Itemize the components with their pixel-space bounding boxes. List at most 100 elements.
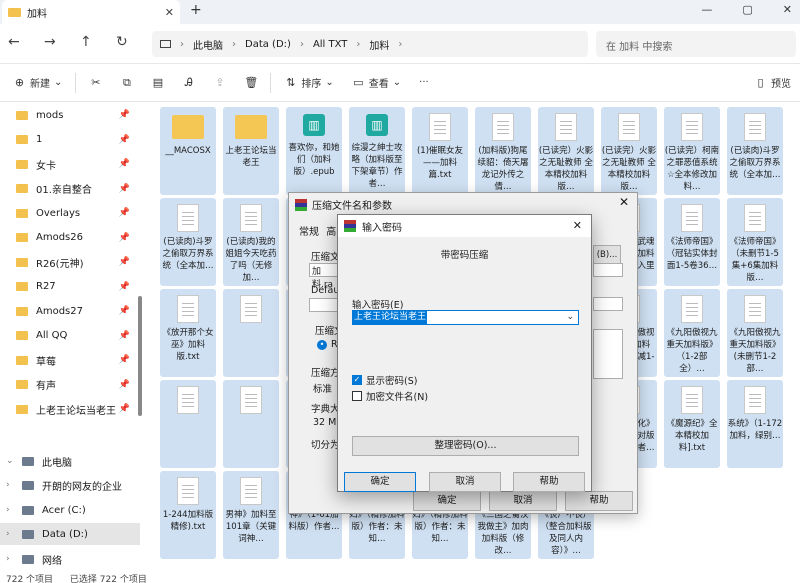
forward-arrow-icon[interactable]: → [44, 34, 56, 50]
file-item[interactable]: 《法师帝国》（未删节1-5集+6集加料版… [727, 198, 783, 286]
pin-icon[interactable]: 📌 [119, 404, 130, 414]
password-cancel-button[interactable]: 取消 [429, 472, 501, 492]
sidebar-item[interactable]: Amods27 📌 [0, 300, 140, 322]
tab-jialiao[interactable]: 加料 ✕ [2, 0, 180, 24]
breadcrumb-this-pc[interactable]: 此电脑 [193, 37, 223, 52]
file-item[interactable]: 《法师帝国》（冠钻实体封面1-5卷36… [664, 198, 720, 286]
pin-icon[interactable]: 📌 [119, 380, 130, 390]
sidebar-item[interactable]: 有声 📌 [0, 374, 140, 396]
sidebar-item[interactable]: R27 📌 [0, 276, 140, 298]
file-item[interactable] [223, 380, 279, 468]
file-item[interactable]: ▥ 喜欢你，和她们（加料版）.epub [286, 107, 342, 195]
folder-item[interactable]: __MACOSX [160, 107, 216, 195]
chevron-right-icon[interactable]: › [6, 505, 10, 515]
file-item[interactable]: (加料版)狗尾续貂：倚天屠龙记外传之倩… [475, 107, 531, 195]
search-input[interactable]: 在 加料 中搜索 [596, 31, 796, 57]
view-button[interactable]: ▭ 查看 ⌄ [343, 70, 410, 96]
tab-advanced[interactable]: 高 [326, 227, 336, 238]
refresh-icon[interactable]: ↻ [116, 34, 128, 50]
maximize-button[interactable]: ▢ [742, 3, 752, 16]
chevron-right-icon[interactable]: › [6, 554, 10, 564]
file-item[interactable]: 男神》加料至101章（关键词神… [223, 471, 279, 559]
close-window-button[interactable]: ✕ [783, 3, 792, 16]
sidebar-item[interactable]: 01.亲自整合 📌 [0, 178, 140, 200]
chevron-right-icon[interactable]: ⌄ [6, 456, 14, 466]
show-password-checkbox[interactable]: ✓ 显示密码(S) [352, 373, 417, 387]
sidebar-item-cloud[interactable]: › 开朗的网友的企业 [0, 474, 140, 496]
compress-help-button[interactable]: 帮助 [565, 491, 633, 511]
sidebar-item-pc[interactable]: ⌄ 此电脑 [0, 450, 140, 472]
pin-icon[interactable]: 📌 [119, 208, 130, 218]
sidebar-item-drive[interactable]: › Acer (C:) [0, 499, 140, 521]
chevron-right-icon[interactable]: › [6, 529, 10, 539]
file-item[interactable]: 《九阳傲视九重天加料版》（1-2部全）… [664, 289, 720, 377]
up-arrow-icon[interactable]: ↑ [80, 34, 92, 50]
pin-icon[interactable]: 📌 [119, 355, 130, 365]
organize-passwords-button[interactable]: 整理密码(O)... [352, 436, 579, 456]
file-item[interactable]: 《放开那个女巫》加料版.txt [160, 289, 216, 377]
breadcrumb-data-d[interactable]: Data (D:) [245, 39, 291, 50]
pin-icon[interactable]: 📌 [119, 282, 130, 292]
file-item[interactable]: (已读肉)斗罗之偷取万界系统（全本加… [727, 107, 783, 195]
file-item[interactable] [223, 289, 279, 377]
share-button[interactable]: ⇪ [204, 70, 235, 96]
method-value[interactable]: 标准 [313, 381, 332, 395]
sidebar-item[interactable]: 草莓 📌 [0, 349, 140, 371]
cut-button[interactable]: ✂ [80, 70, 111, 96]
update-mode-field[interactable] [593, 263, 623, 277]
file-item[interactable]: 《魔源纪》全本精校加料].txt [664, 380, 720, 468]
password-help-button[interactable]: 帮助 [513, 472, 585, 492]
breadcrumb[interactable]: › 此电脑 › Data (D:) › All TXT › 加料 › [152, 31, 588, 57]
rename-button[interactable]: Ꭿ [173, 70, 204, 96]
sidebar-item-drive[interactable]: › Data (D:) [0, 523, 140, 545]
pin-icon[interactable]: 📌 [119, 306, 130, 316]
password-input[interactable]: 上老王论坛当老王 ⌄ [352, 310, 579, 325]
file-item[interactable]: 《九阳傲视九重天加料版》(未删节1-2部… [727, 289, 783, 377]
tab-general[interactable]: 常规 [299, 227, 319, 238]
sidebar-item[interactable]: 1 📌 [0, 129, 140, 151]
file-item[interactable]: ▥ 综漫之绅士攻略（加料版至下架章节）作者… [349, 107, 405, 195]
file-item[interactable]: (已读肉)我的姐姐今天吃药了吗（无修加… [223, 198, 279, 286]
pin-icon[interactable]: 📌 [119, 233, 130, 243]
file-item[interactable]: (已读完）火影之无耻教师 全本精校加料版… [538, 107, 594, 195]
file-item[interactable] [160, 380, 216, 468]
preview-button[interactable]: ▯ 预览 [745, 70, 800, 96]
sidebar-item-network[interactable]: › 网络 [0, 548, 140, 570]
compress-cancel-button[interactable]: 取消 [489, 491, 557, 511]
scrollbar[interactable] [138, 296, 142, 416]
sidebar-item[interactable]: mods 📌 [0, 104, 140, 126]
close-tab-icon[interactable]: ✕ [165, 6, 174, 19]
pin-icon[interactable]: 📌 [119, 159, 130, 169]
profile-field[interactable] [309, 298, 339, 312]
delete-button[interactable]: 🗑 [235, 70, 266, 96]
paste-button[interactable]: ▤ [142, 70, 173, 96]
sidebar-item[interactable]: Amods26 📌 [0, 227, 140, 249]
file-item[interactable]: 1-244加料版精修).txt [160, 471, 216, 559]
file-item[interactable]: (已读完）火影之无耻教师 全本精校加料版… [601, 107, 657, 195]
sidebar-item[interactable]: All QQ 📌 [0, 325, 140, 347]
sidebar-item[interactable]: 上老王论坛当老王 📌 [0, 398, 140, 420]
file-item[interactable]: 系统》（1-172加料，绿别… [727, 380, 783, 468]
archive-name-field[interactable]: 加料.ra [309, 263, 339, 290]
pin-icon[interactable]: 📌 [119, 331, 130, 341]
close-icon[interactable]: ✕ [619, 195, 629, 209]
pin-icon[interactable]: 📌 [119, 257, 130, 267]
pin-icon[interactable]: 📌 [119, 135, 130, 145]
sidebar-item[interactable]: 女卡 📌 [0, 153, 140, 175]
file-item[interactable]: (1)催眠女友——加料篇.txt [412, 107, 468, 195]
file-item[interactable]: (已读完）柯南之罪恶值系统☆全本修改加料… [664, 107, 720, 195]
copy-button[interactable]: ⧉ [111, 70, 142, 96]
encrypt-filenames-checkbox[interactable]: 加密文件名(N) [352, 389, 428, 403]
back-arrow-icon[interactable]: ← [8, 34, 20, 50]
chevron-right-icon[interactable]: › [6, 480, 10, 490]
close-icon[interactable]: ✕ [573, 219, 582, 232]
more-button[interactable]: ··· [410, 70, 438, 96]
breadcrumb-jialiao[interactable]: 加料 [369, 37, 389, 52]
sidebar-item[interactable]: Overlays 📌 [0, 202, 140, 224]
update-option-field[interactable] [593, 297, 623, 311]
breadcrumb-all-txt[interactable]: All TXT [313, 39, 347, 50]
folder-item[interactable]: 上老王论坛当老王 [223, 107, 279, 195]
sort-button[interactable]: ⇅ 排序 ⌄ [275, 70, 342, 96]
chevron-down-icon[interactable]: ⌄ [565, 311, 575, 324]
sidebar-item[interactable]: R26(元神) 📌 [0, 251, 140, 273]
